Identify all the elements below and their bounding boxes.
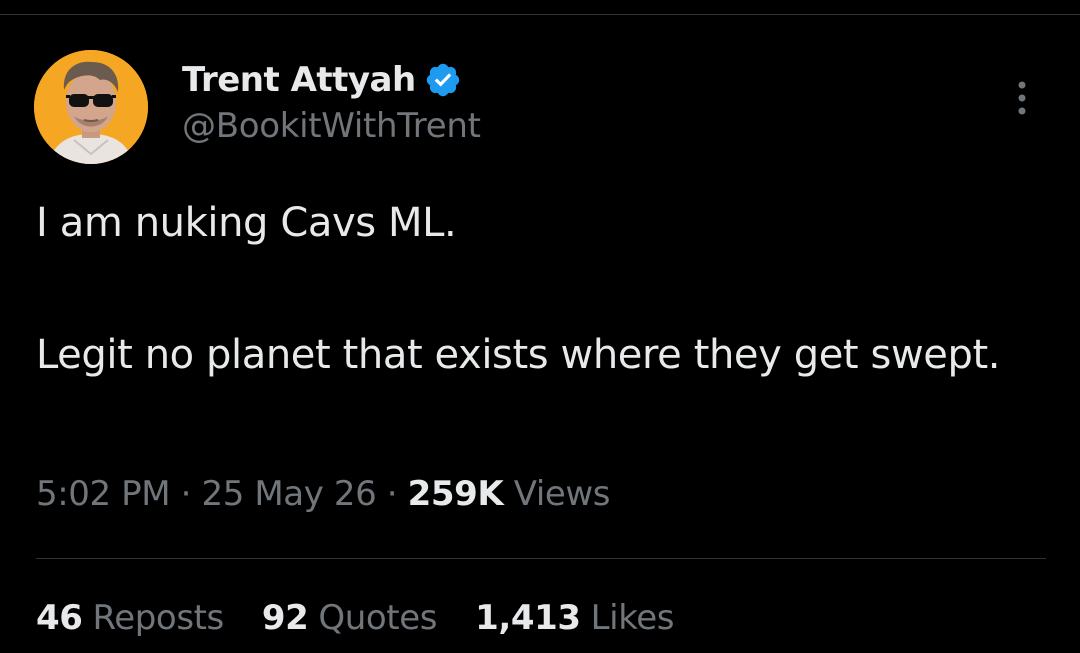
meta-separator: · xyxy=(386,474,398,514)
tweet-date[interactable]: 25 May 26 xyxy=(201,474,376,514)
likes-label: Likes xyxy=(590,598,675,638)
quotes-label: Quotes xyxy=(318,598,438,638)
likes-count: 1,413 xyxy=(475,598,581,638)
author-name-row[interactable]: Trent Attyah xyxy=(182,56,462,104)
verified-badge-icon[interactable] xyxy=(424,61,462,99)
avatar[interactable] xyxy=(34,50,148,164)
top-divider xyxy=(0,14,1080,15)
views-count: 259K xyxy=(407,474,504,514)
quotes-stat[interactable]: 92 Quotes xyxy=(261,598,438,638)
user-handle[interactable]: @BookitWithTrent xyxy=(182,106,481,146)
tweet-meta: 5:02 PM · 25 May 26 · 259K Views xyxy=(36,474,611,514)
reposts-count: 46 xyxy=(36,598,83,638)
reposts-stat[interactable]: 46 Reposts xyxy=(36,598,224,638)
more-options-icon xyxy=(1018,81,1026,115)
tweet-line: I am nuking Cavs ML. xyxy=(36,200,457,246)
tweet-line: Legit no planet that exists where they g… xyxy=(36,332,1001,378)
likes-stat[interactable]: 1,413 Likes xyxy=(475,598,674,638)
stats-divider xyxy=(36,558,1046,559)
tweet-time[interactable]: 5:02 PM xyxy=(36,474,171,514)
reposts-label: Reposts xyxy=(92,598,225,638)
display-name[interactable]: Trent Attyah xyxy=(182,60,416,100)
tweet-text: I am nuking Cavs ML. Legit no planet tha… xyxy=(36,190,1046,388)
avatar-photo xyxy=(34,50,148,164)
engagement-stats: 46 Reposts 92 Quotes 1,413 Likes xyxy=(36,598,675,638)
quotes-count: 92 xyxy=(261,598,309,638)
more-options-button[interactable] xyxy=(1000,76,1044,120)
meta-separator: · xyxy=(180,474,192,514)
views-label: Views xyxy=(513,474,611,514)
